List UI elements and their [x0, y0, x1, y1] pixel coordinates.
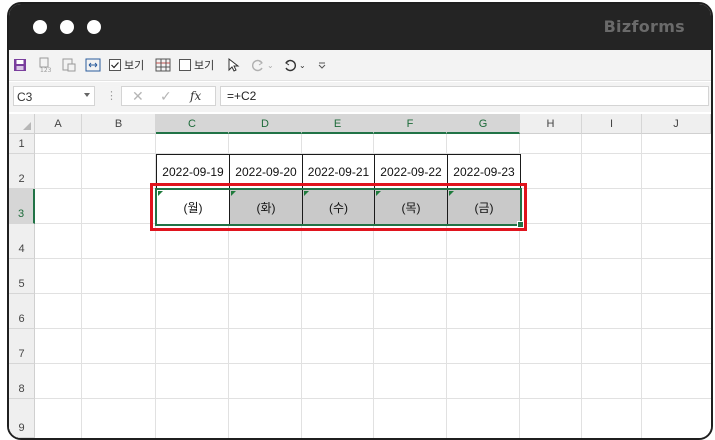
fit-page-icon[interactable]	[85, 50, 101, 80]
select-all-button[interactable]	[9, 114, 35, 134]
row-number: 6	[18, 313, 25, 325]
date-cell-c2[interactable]: 2022-09-19	[156, 154, 230, 190]
row-header-9[interactable]: 9	[9, 399, 35, 438]
formula-indicator-icon	[231, 191, 236, 196]
column-header-i[interactable]: I	[582, 114, 642, 134]
number-format-icon[interactable]: 123	[37, 50, 53, 80]
customize-toolbar-icon[interactable]	[317, 50, 327, 80]
day-text: (금)	[474, 200, 494, 215]
column-header-c[interactable]: C	[156, 114, 229, 134]
formula-indicator-icon	[376, 191, 381, 196]
date-cell-g2[interactable]: 2022-09-23	[447, 154, 521, 190]
checkbox-checked-view[interactable]: 보기	[109, 50, 144, 80]
row-header-6[interactable]: 6	[9, 294, 35, 329]
day-cell-f3[interactable]: (목)	[374, 189, 448, 225]
undo-icon[interactable]: ⌄	[282, 50, 306, 80]
gridline	[35, 398, 711, 399]
day-cell-g3[interactable]: (금)	[447, 189, 521, 225]
gridline	[35, 293, 711, 294]
select-cursor-icon[interactable]	[226, 50, 240, 80]
formula-indicator-icon	[304, 191, 309, 196]
name-box[interactable]: C3	[13, 86, 95, 106]
column-header-j[interactable]: J	[642, 114, 711, 134]
app-window: Bizforms 123 보기 보기 ⌄ ⌄ C3 ⋮ ✕ ✓ fx =+C2 …	[7, 2, 713, 440]
gridline	[35, 328, 711, 329]
column-header-a[interactable]: A	[35, 114, 82, 134]
gridline	[581, 134, 582, 438]
date-cell-d2[interactable]: 2022-09-20	[229, 154, 303, 190]
spreadsheet-grid: A B C D E F G H I J 1 2 3 4 5 6 7 8 9 20…	[9, 114, 711, 438]
day-cell-c3[interactable]: (월)	[156, 189, 230, 225]
column-header-b[interactable]: B	[82, 114, 156, 134]
row-header-4[interactable]: 4	[9, 224, 35, 259]
cancel-icon[interactable]: ✕	[132, 88, 144, 105]
formula-bar: C3 ⋮ ✕ ✓ fx =+C2	[9, 82, 711, 112]
day-text: (화)	[256, 200, 276, 215]
row-number: 5	[18, 278, 25, 290]
row-number: 9	[18, 422, 25, 434]
formula-indicator-icon	[158, 191, 163, 196]
row-header-3[interactable]: 3	[9, 189, 35, 224]
day-cell-d3[interactable]: (화)	[229, 189, 303, 225]
row-number: 8	[18, 383, 25, 395]
view-label: 보기	[194, 60, 215, 72]
row-header-2[interactable]: 2	[9, 154, 35, 189]
redo-icon[interactable]: ⌄	[250, 50, 274, 80]
fill-handle[interactable]	[517, 221, 524, 228]
row-number: 2	[18, 173, 25, 185]
window-dot-close[interactable]	[33, 20, 47, 34]
gridline	[35, 258, 711, 259]
window-dot-maximize[interactable]	[87, 20, 101, 34]
column-header-f[interactable]: F	[374, 114, 447, 134]
row-number: 7	[18, 348, 25, 360]
title-bar: Bizforms	[9, 4, 711, 50]
svg-text:123: 123	[40, 67, 52, 73]
quick-access-toolbar: 123 보기 보기 ⌄ ⌄	[9, 50, 711, 81]
view-label: 보기	[124, 60, 145, 72]
formula-indicator-icon	[449, 191, 454, 196]
gridline	[641, 134, 642, 438]
column-header-h[interactable]: H	[520, 114, 582, 134]
gridline	[81, 134, 82, 438]
row-header-5[interactable]: 5	[9, 259, 35, 294]
day-cell-e3[interactable]: (수)	[302, 189, 375, 225]
gridline	[35, 363, 711, 364]
column-header-d[interactable]: D	[229, 114, 302, 134]
paste-values-icon[interactable]	[61, 50, 77, 80]
checkbox-unchecked-view[interactable]: 보기	[179, 50, 214, 80]
row-header-7[interactable]: 7	[9, 329, 35, 364]
date-cell-f2[interactable]: 2022-09-22	[374, 154, 448, 190]
day-text: (수)	[328, 200, 349, 215]
window-dot-minimize[interactable]	[60, 20, 74, 34]
column-header-e[interactable]: E	[302, 114, 374, 134]
row-header-8[interactable]: 8	[9, 364, 35, 399]
formula-buttons: ✕ ✓ fx	[121, 86, 216, 106]
date-cell-e2[interactable]: 2022-09-21	[302, 154, 375, 190]
insert-function-icon[interactable]: fx	[190, 89, 201, 103]
gridlines-icon[interactable]	[155, 50, 171, 80]
row-number: 3	[17, 208, 25, 220]
day-text: (월)	[183, 200, 203, 215]
save-icon[interactable]	[13, 50, 27, 80]
row-number: 1	[18, 138, 25, 150]
name-box-dropdown-icon[interactable]	[84, 93, 90, 97]
formula-bar-separator: ⋮	[106, 90, 117, 102]
column-header-g[interactable]: G	[447, 114, 520, 134]
enter-icon[interactable]: ✓	[160, 88, 172, 105]
row-header-1[interactable]: 1	[9, 134, 35, 154]
formula-input[interactable]: =+C2	[220, 86, 709, 106]
row-number: 4	[18, 243, 25, 255]
day-text: (목)	[401, 200, 421, 215]
brand-logo: Bizforms	[603, 17, 685, 36]
